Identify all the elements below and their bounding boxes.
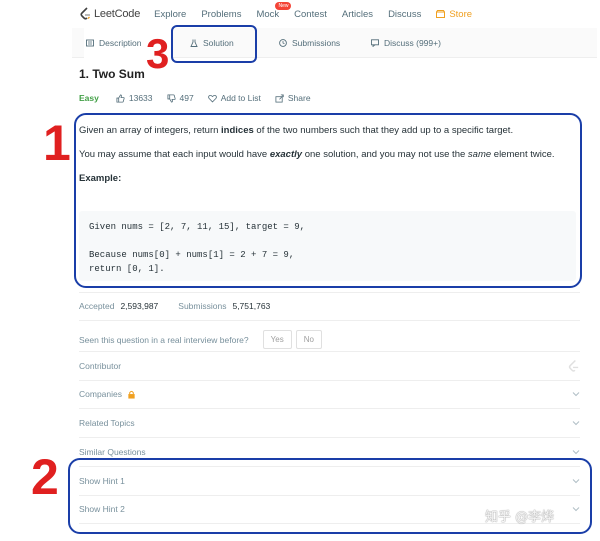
description-icon [86, 39, 94, 47]
similar-questions-label: Similar Questions [79, 447, 146, 457]
description-paragraph-2: You may assume that each input would hav… [79, 148, 579, 162]
tab-submissions-label: Submissions [292, 38, 341, 48]
tab-submissions[interactable]: Submissions [279, 28, 359, 58]
p1-text: Given an array of integers, return [79, 125, 222, 136]
clock-icon [279, 39, 287, 47]
add-to-list-label: Add to List [220, 93, 261, 103]
contributor-row[interactable]: Contributor [79, 356, 580, 376]
heart-icon [207, 94, 217, 103]
watermark-text: 知乎 @李烨 [485, 510, 555, 525]
interview-prompt: Seen this question in a real interview b… [79, 330, 322, 349]
logo-text: LeetCode [94, 8, 141, 20]
thumbs-up-icon [116, 93, 125, 103]
tab-description-label: Description [99, 38, 142, 48]
hint-1-label: Show Hint 1 [79, 476, 125, 486]
question-meta: Easy 13633 497 Add to List Share [79, 91, 325, 105]
nav-problems[interactable]: Problems [201, 9, 241, 20]
tab-solution[interactable]: Solution [190, 28, 260, 58]
p1-bold: indices [221, 125, 254, 136]
share-label: Share [287, 93, 311, 103]
tab-discuss-label: Discuss (999+) [384, 38, 441, 48]
share-button[interactable]: Share [275, 93, 311, 103]
nav-store-label: Store [449, 8, 473, 20]
contributor-label: Contributor [79, 361, 122, 371]
p2-text-after: element twice. [491, 149, 555, 160]
dislike-button[interactable]: 497 [166, 93, 194, 103]
companies-row[interactable]: Companies [79, 384, 580, 404]
add-to-list-button[interactable]: Add to List [207, 93, 261, 103]
divider [79, 466, 580, 467]
difficulty-badge: Easy [79, 93, 99, 103]
like-button[interactable]: 13633 [116, 93, 153, 103]
store-icon [436, 10, 446, 18]
code-line-3: Because nums[0] + nums[1] = 2 + 7 = 9, [89, 250, 295, 260]
divider [79, 495, 580, 496]
nav-discuss[interactable]: Discuss [388, 9, 421, 20]
companies-label: Companies [79, 389, 122, 399]
nav-store[interactable]: Store [436, 9, 472, 20]
code-line-1: Given nums = [2, 7, 11, 15], target = 9, [89, 222, 306, 232]
hint-1-row[interactable]: Show Hint 1 [79, 471, 580, 491]
chevron-down-icon [572, 450, 580, 455]
flask-icon [190, 39, 198, 47]
chevron-down-icon [572, 479, 580, 484]
example-code-block: Given nums = [2, 7, 11, 15], target = 9,… [79, 211, 576, 281]
chevron-down-icon [572, 392, 580, 397]
similar-questions-row[interactable]: Similar Questions [79, 442, 580, 462]
hint-2-label: Show Hint 2 [79, 504, 125, 514]
nav-mock-label: Mock [256, 8, 280, 20]
thumbs-down-icon [166, 93, 176, 103]
related-topics-row[interactable]: Related Topics [79, 413, 580, 433]
divider [79, 437, 580, 438]
chevron-down-icon [572, 507, 580, 512]
code-line-4: return [0, 1]. [89, 264, 165, 274]
question-title: 1. Two Sum [79, 67, 145, 81]
chevron-down-icon [572, 421, 580, 426]
share-icon [275, 93, 284, 103]
accepted-label: Accepted [79, 301, 115, 311]
p2-text: You may assume that each input would hav… [79, 149, 270, 160]
problem-description: Given an array of integers, return indic… [79, 124, 579, 196]
nav-explore[interactable]: Explore [154, 9, 186, 20]
lock-icon [128, 390, 135, 399]
nav-contest[interactable]: Contest [294, 9, 327, 20]
dislike-count: 497 [179, 93, 194, 103]
p2-text-mid: one solution, and you may not use the [302, 149, 468, 160]
description-paragraph-1: Given an array of integers, return indic… [79, 124, 579, 138]
annotation-number-1: 1 [43, 115, 71, 171]
p2-bold-italic: exactly [269, 149, 303, 160]
leetcode-logo-icon [79, 7, 91, 21]
leetcode-avatar-icon [568, 359, 579, 372]
yes-button[interactable]: Yes [262, 330, 292, 349]
submissions-label: Submissions [178, 301, 227, 311]
p1-text-after: of the two numbers such that they add up… [253, 125, 514, 136]
divider [79, 320, 580, 321]
tab-solution-label: Solution [203, 38, 234, 48]
no-button[interactable]: No [295, 330, 322, 349]
submission-stats: Accepted 2,593,987 Submissions 5,751,763 [79, 301, 290, 311]
accepted-value: 2,593,987 [120, 301, 159, 311]
like-count: 13633 [128, 93, 153, 103]
related-topics-label: Related Topics [79, 418, 135, 428]
divider [79, 351, 580, 352]
divider [79, 292, 580, 293]
annotation-number-2: 2 [31, 449, 59, 505]
submissions-value: 5,751,763 [232, 301, 271, 311]
divider [79, 380, 580, 381]
nav-mock[interactable]: Mock New [256, 1, 292, 20]
nav-articles[interactable]: Articles [342, 9, 373, 20]
top-nav: LeetCode Explore Problems Mock New Conte… [0, 0, 600, 28]
annotation-number-3: 3 [146, 30, 170, 77]
chat-icon [371, 39, 379, 47]
leetcode-logo[interactable]: LeetCode [79, 7, 140, 21]
divider [79, 408, 580, 409]
interview-question: Seen this question in a real interview b… [79, 334, 249, 345]
companies-left: Companies [79, 389, 136, 399]
example-label: Example: [79, 173, 122, 184]
tab-discuss[interactable]: Discuss (999+) [371, 28, 461, 58]
new-badge: New [275, 1, 292, 10]
p2-italic: same [467, 149, 492, 160]
